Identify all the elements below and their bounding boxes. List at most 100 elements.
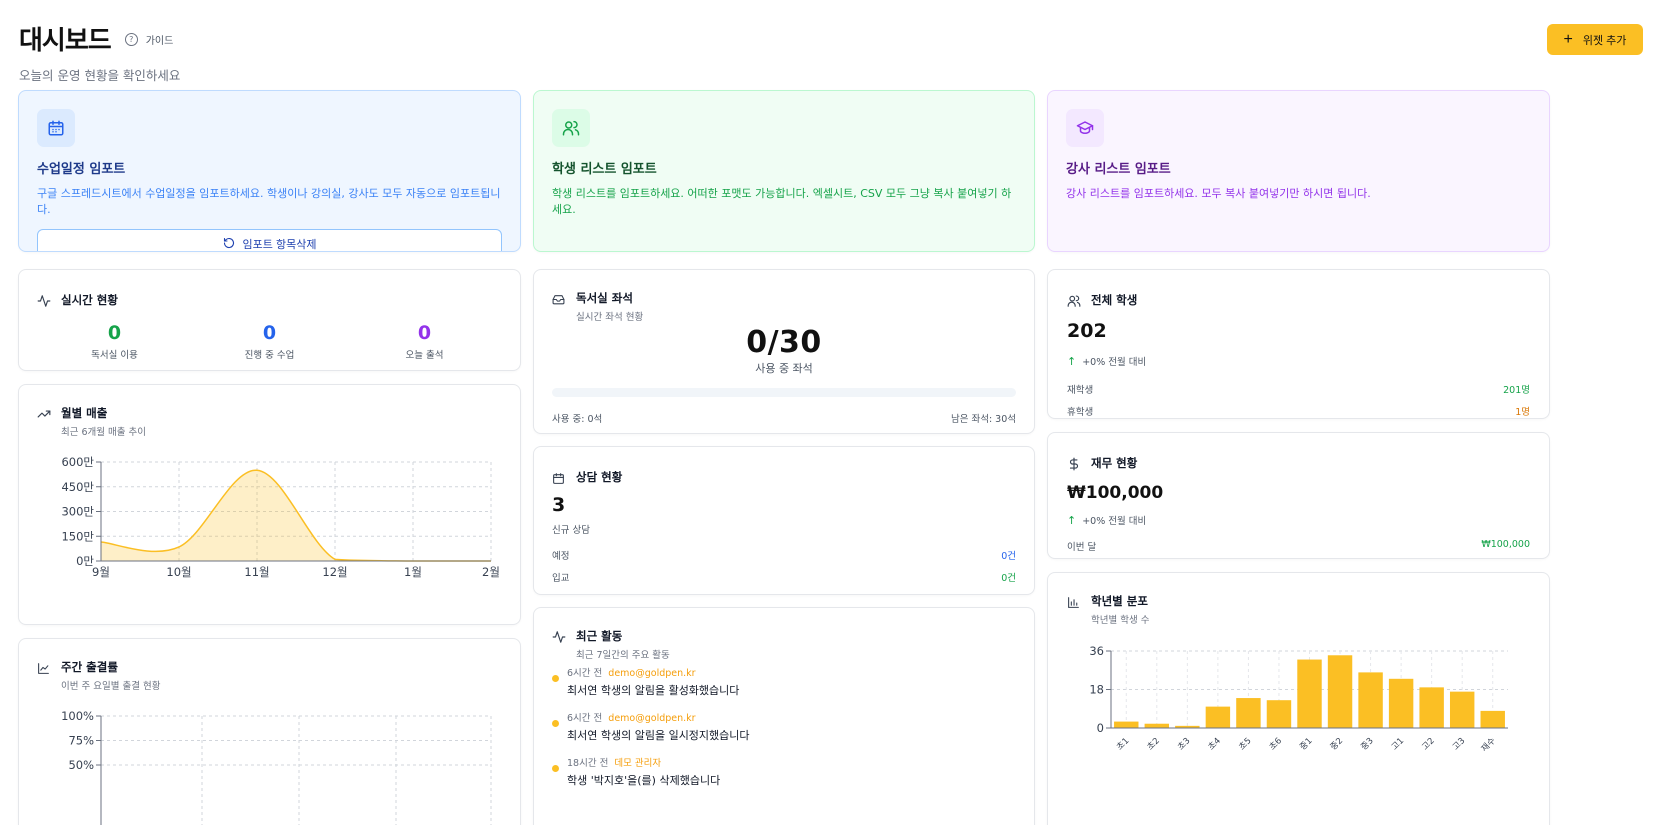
total-students-title: 전체 학생 <box>1091 293 1138 307</box>
consultation-title: 상담 현황 <box>576 470 623 484</box>
grade-bar <box>1236 698 1261 728</box>
status-dot <box>552 675 559 682</box>
x-tick-label: 고1 <box>1390 736 1406 752</box>
y-tick-label: 50% <box>68 758 94 772</box>
row-value: 0건 <box>1001 551 1016 562</box>
delete-imported-items-label: 임포트 항목삭제 <box>242 239 317 251</box>
x-tick-label: 초6 <box>1268 736 1284 752</box>
plus-icon: + <box>1563 30 1573 48</box>
on-leave-row: 휴학생 1명 <box>1067 404 1530 418</box>
guide-label: 가이드 <box>145 36 174 47</box>
consultation-value: 3 <box>552 494 566 516</box>
weekly-attendance-card: 주간 출결률 이번 주 요일별 출결 현황 100% 75% 50% <box>18 638 521 825</box>
grade-distribution-title: 학년별 분포 <box>1091 594 1148 608</box>
arrow-up-icon: ↑ <box>1067 513 1077 527</box>
student-import-description: 학생 리스트를 임포트하세요. 어떠한 포맷도 가능합니다. 엑셀시트, CSV… <box>552 187 1012 216</box>
y-tick-label: 0 <box>1097 721 1104 735</box>
monthly-revenue-title: 월별 매출 <box>61 406 108 420</box>
y-tick-label: 450만 <box>61 480 94 494</box>
activity-time: 18시간 전 <box>567 758 609 769</box>
realtime-status-card: 실시간 현황 0 독서실 이용 0 진행 중 수업 0 오늘 출석 <box>18 269 521 371</box>
arrow-up-icon: ↑ <box>1067 354 1077 368</box>
grade-bar <box>1205 706 1231 728</box>
monthly-revenue-card: 월별 매출 최근 6개월 매출 추이 600만 450만 300만 150만 0만 9월 1… <box>18 384 521 625</box>
grade-bar <box>1480 710 1505 728</box>
grade-distribution-subtitle: 학년별 학생 수 <box>1091 615 1150 626</box>
stat-label: 오늘 출석 <box>405 350 444 361</box>
finance-title: 재무 현황 <box>1091 456 1138 470</box>
x-tick-label: 고2 <box>1420 736 1436 752</box>
row-label: 입교 <box>552 573 570 584</box>
dollar-icon <box>1067 456 1081 471</box>
row-label: 재학생 <box>1067 385 1094 396</box>
row-label: 이번 달 <box>1067 542 1097 553</box>
activity-item: 6시간 전 demo@goldpen.kr 최서연 학생의 알림을 일시정지했습니… <box>552 710 1016 743</box>
activity-user: 데모 관리자 <box>614 758 662 769</box>
refresh-icon <box>223 237 235 252</box>
grade-bar <box>1297 659 1322 728</box>
x-tick-label: 1월 <box>404 565 422 579</box>
page-subtitle: 오늘의 운영 현황을 확인하세요 <box>19 68 181 83</box>
recent-activity-title: 최근 활동 <box>576 629 623 643</box>
x-tick-label: 중3 <box>1359 736 1375 752</box>
add-widget-button[interactable]: + 위젯 추가 <box>1547 24 1643 55</box>
stat-value: 0 <box>417 322 432 344</box>
weekly-attendance-chart: 100% 75% 50% <box>61 709 492 825</box>
x-tick-label: 10월 <box>166 565 191 579</box>
users-icon <box>552 109 590 147</box>
realtime-title: 실시간 현황 <box>61 293 118 307</box>
instructor-import-card[interactable]: 강사 리스트 임포트 강사 리스트를 임포트하세요. 모두 복사 붙여넣기만 하… <box>1047 90 1550 252</box>
stat-value: 0 <box>107 322 122 344</box>
scheduled-row: 예정 0건 <box>552 548 1016 562</box>
stat-label: 독서실 이용 <box>91 350 138 361</box>
inbox-icon <box>552 291 566 305</box>
grade-bar <box>1449 691 1475 728</box>
student-import-card[interactable]: 학생 리스트 임포트 학생 리스트를 임포트하세요. 어떠한 포맷도 가능합니다… <box>533 90 1035 252</box>
delete-imported-items-button[interactable]: 임포트 항목삭제 <box>37 229 502 252</box>
schedule-import-card[interactable]: 수업일정 임포트 구글 스프레드시트에서 수업일정을 임포트하세요. 학생이나 … <box>18 90 521 252</box>
trending-up-icon <box>37 406 51 420</box>
y-tick-label: 150만 <box>61 529 94 543</box>
schedule-import-description: 구글 스프레드시트에서 수업일정을 임포트하세요. 학생이나 강의실, 강사도 … <box>37 187 501 216</box>
activity-icon <box>552 629 566 643</box>
seat-count: 0/30 <box>746 325 822 360</box>
x-tick-label: 초5 <box>1237 736 1253 752</box>
grade-bar <box>1358 672 1383 728</box>
status-dot <box>552 765 559 772</box>
status-dot <box>552 720 559 727</box>
x-tick-label: 중2 <box>1329 736 1345 752</box>
study-room-title: 독서실 좌석 <box>576 291 633 305</box>
student-import-title: 학생 리스트 임포트 <box>552 162 657 177</box>
instructor-import-description: 강사 리스트를 임포트하세요. 모두 복사 붙여넣기만 하시면 됩니다. <box>1066 187 1371 200</box>
finance-value: ₩100,000 <box>1067 483 1164 503</box>
row-value: 201명 <box>1503 385 1530 396</box>
grade-bar <box>1114 721 1139 728</box>
grade-distribution-chart: 0 18 36 초1 초2 초3 초4 초5 초6 중1 중2 중3 고1 고2 고3 재수 <box>1089 644 1508 754</box>
stat-active-classes: 0 진행 중 수업 <box>195 322 345 361</box>
study-room-subtitle: 실시간 좌석 현황 <box>576 312 644 323</box>
recent-activity-card: 최근 활동 최근 7일간의 주요 활동 6시간 전 demo@goldpen.kr… <box>533 607 1035 825</box>
monthly-revenue-subtitle: 최근 6개월 매출 추이 <box>61 427 147 438</box>
y-tick-label: 18 <box>1089 683 1104 697</box>
grade-distribution-card: 학년별 분포 학년별 학생 수 0 18 36 초1 초2 초3 초4 초5 초6 중1 중2 중3 고… <box>1047 572 1550 825</box>
y-tick-label: 100% <box>61 709 94 723</box>
x-tick-label: 재수 <box>1480 736 1498 754</box>
activity-time: 6시간 전 <box>567 713 603 724</box>
activity-item: 18시간 전 데모 관리자 학생 '박지호'을(를) 삭제했습니다 <box>552 755 1016 788</box>
stat-today-attendance: 0 오늘 출석 <box>350 322 500 361</box>
row-value: 0건 <box>1001 573 1016 584</box>
monthly-revenue-chart: 600만450만300만150만0만9월 10월 11월 12월 1월 2월 <box>61 455 499 579</box>
x-tick-label: 초2 <box>1145 736 1161 752</box>
trend-label: +0% 전월 대비 <box>1082 516 1147 527</box>
activity-text: 최서연 학생의 알림을 활성화했습니다 <box>567 684 740 697</box>
guide-link[interactable]: ? 가이드 <box>124 32 174 47</box>
seats-used: 사용 중: 0석 <box>552 414 603 425</box>
finance-card: 재무 현황 ₩100,000 ↑ +0% 전월 대비 이번 달 ₩100,000 <box>1047 432 1550 559</box>
row-value: ₩100,000 <box>1481 539 1530 550</box>
finance-trend: ↑ +0% 전월 대비 <box>1067 513 1530 528</box>
realtime-stats: 0 독서실 이용 0 진행 중 수업 0 오늘 출석 <box>37 322 502 361</box>
grade-bar <box>1327 655 1353 728</box>
seat-progress-bar <box>552 388 1016 397</box>
activity-item: 6시간 전 demo@goldpen.kr 최서연 학생의 알림을 활성화했습니다 <box>552 665 1016 698</box>
x-tick-label: 중1 <box>1298 736 1314 752</box>
